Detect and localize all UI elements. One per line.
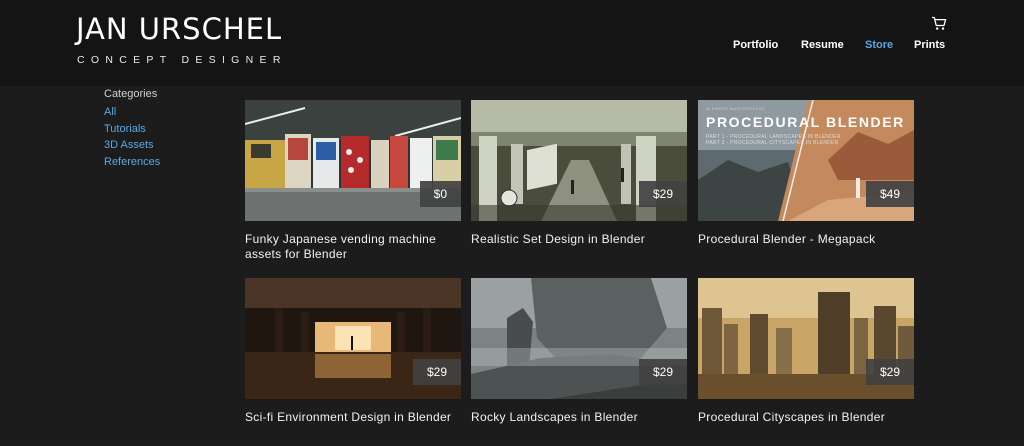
product-thumbnail[interactable]: $0 xyxy=(245,100,461,221)
main-nav: Portfolio Resume Store Prints xyxy=(0,39,1024,53)
product-card[interactable]: $0 Funky Japanese vending machine assets… xyxy=(245,100,461,262)
category-references[interactable]: References xyxy=(104,154,160,171)
product-thumbnail[interactable]: $29 xyxy=(471,100,687,221)
price-tag: $29 xyxy=(865,359,914,385)
product-title[interactable]: Funky Japanese vending machine assets fo… xyxy=(245,232,461,262)
product-thumbnail[interactable]: $29 xyxy=(245,278,461,399)
category-all[interactable]: All xyxy=(104,104,160,121)
categories-heading: Categories xyxy=(104,88,158,100)
nav-prints[interactable]: Prints xyxy=(914,39,945,51)
price-tag: $29 xyxy=(638,181,687,207)
category-sidebar: Categories All Tutorials 3D Assets Refer… xyxy=(104,88,160,170)
product-title[interactable]: Rocky Landscapes in Blender xyxy=(471,410,687,425)
site-subtitle: CONCEPT DESIGNER xyxy=(77,54,287,66)
image-text: PROCEDURAL BLENDER PART 1 - PROCEDURAL L… xyxy=(706,114,905,146)
nav-store[interactable]: Store xyxy=(865,39,893,51)
site-header: JAN URSCHEL CONCEPT DESIGNER Portfolio R… xyxy=(0,0,1024,86)
product-card[interactable]: $29 Sci-fi Environment Design in Blender xyxy=(245,278,461,425)
nav-portfolio[interactable]: Portfolio xyxy=(733,39,778,51)
product-card[interactable]: $29 Rocky Landscapes in Blender xyxy=(471,278,687,425)
product-card[interactable]: BLENDER MASTERCLASS PROCEDURAL BLENDER P… xyxy=(698,100,914,247)
product-title[interactable]: Procedural Cityscapes in Blender xyxy=(698,410,914,425)
price-tag: $49 xyxy=(865,181,914,207)
nav-resume[interactable]: Resume xyxy=(801,39,844,51)
product-title[interactable]: Procedural Blender - Megapack xyxy=(698,232,914,247)
image-title: PROCEDURAL BLENDER xyxy=(706,114,905,130)
price-tag: $0 xyxy=(419,181,461,207)
product-title[interactable]: Realistic Set Design in Blender xyxy=(471,232,687,247)
image-caption: BLENDER MASTERCLASS xyxy=(706,106,766,111)
product-card[interactable]: $29 Realistic Set Design in Blender xyxy=(471,100,687,247)
product-card[interactable]: $29 Procedural Cityscapes in Blender xyxy=(698,278,914,425)
category-3d-assets[interactable]: 3D Assets xyxy=(104,137,160,154)
shopping-cart-icon[interactable] xyxy=(931,16,947,31)
price-tag: $29 xyxy=(638,359,687,385)
price-tag: $29 xyxy=(412,359,461,385)
image-line: PART 2 - PROCEDURAL CITYSCAPES IN BLENDE… xyxy=(706,140,839,146)
product-thumbnail[interactable]: BLENDER MASTERCLASS PROCEDURAL BLENDER P… xyxy=(698,100,914,221)
product-thumbnail[interactable]: $29 xyxy=(698,278,914,399)
category-tutorials[interactable]: Tutorials xyxy=(104,121,160,138)
product-thumbnail[interactable]: $29 xyxy=(471,278,687,399)
product-title[interactable]: Sci-fi Environment Design in Blender xyxy=(245,410,461,425)
